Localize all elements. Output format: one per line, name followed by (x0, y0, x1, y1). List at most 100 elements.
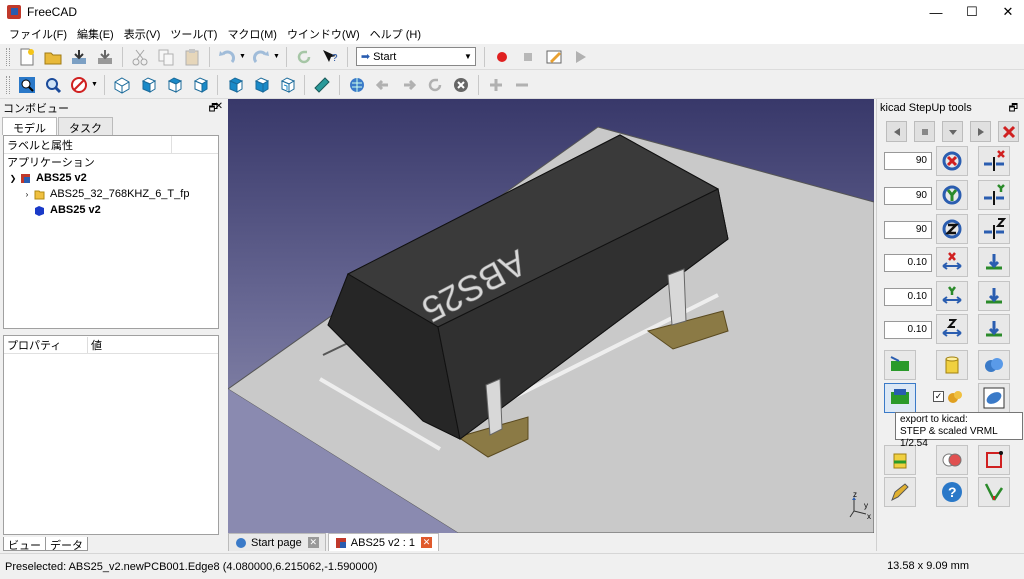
rotate-z-button[interactable] (936, 214, 968, 244)
scale-icon[interactable] (947, 389, 963, 408)
view-left-icon[interactable] (276, 74, 298, 96)
save-icon[interactable] (68, 46, 90, 68)
load-footprint-button[interactable] (884, 350, 916, 380)
web-home-icon[interactable] (346, 74, 368, 96)
menu-file[interactable]: ファイル(F) (4, 26, 72, 42)
move-x-step-input[interactable]: 0.10 (884, 254, 932, 272)
nav-down-icon[interactable] (942, 121, 963, 142)
menu-tools[interactable]: ツール(T) (165, 26, 222, 42)
toolbar-grip[interactable] (6, 47, 10, 66)
cylinder-tool-button[interactable] (936, 350, 968, 380)
zoom-in-icon[interactable] (485, 74, 507, 96)
undo-icon[interactable] (216, 46, 238, 68)
tab-data[interactable]: データ (45, 537, 88, 552)
workbench-selector[interactable]: ➡ Start ▼ (355, 47, 476, 66)
maximize-button[interactable]: ☐ (954, 0, 990, 24)
move-y-button[interactable] (936, 281, 968, 311)
redo-icon[interactable] (250, 46, 272, 68)
place-x-button[interactable] (978, 247, 1010, 277)
menu-window[interactable]: ウインドウ(W) (282, 26, 365, 42)
rotate-y-angle-input[interactable]: 90 (884, 187, 932, 205)
undo-dropdown-icon[interactable]: ▼ (239, 53, 246, 60)
property-col-header[interactable]: プロパティ (4, 336, 88, 353)
refresh-icon[interactable] (293, 46, 315, 68)
toolbar-grip[interactable] (6, 75, 10, 94)
value-col-header[interactable]: 値 (88, 337, 102, 353)
close-tab-icon[interactable]: ✕ (420, 537, 432, 548)
move-x-button[interactable] (936, 247, 968, 277)
run-macro-icon[interactable] (569, 46, 591, 68)
nav-stop-icon[interactable] (914, 121, 935, 142)
tree-row[interactable]: › ABS25_32_768KHZ_6_T_fp (4, 186, 218, 202)
close-tab-icon[interactable]: ✕ (307, 537, 319, 548)
menu-help[interactable]: ヘルプ (H) (365, 26, 426, 42)
zoom-out-icon[interactable] (511, 74, 533, 96)
close-panel-icon[interactable]: ✕ (215, 101, 223, 112)
move-z-button[interactable] (936, 314, 968, 344)
rotate-z-angle-input[interactable]: 90 (884, 221, 932, 239)
fuse-tool-button[interactable] (978, 350, 1010, 380)
place-y-button[interactable] (978, 281, 1010, 311)
help-button[interactable]: ? (936, 477, 968, 507)
web-forward-icon[interactable] (398, 74, 420, 96)
draw-style-dropdown-icon[interactable]: ▼ (91, 81, 98, 88)
tree-row[interactable]: ABS25 v2 (4, 202, 218, 218)
rotate-x-button[interactable] (936, 146, 968, 176)
move-y-step-input[interactable]: 0.10 (884, 288, 932, 306)
redo-dropdown-icon[interactable]: ▼ (273, 53, 280, 60)
undock-icon[interactable]: 🗗 (1009, 101, 1018, 118)
save-as-icon[interactable] (94, 46, 116, 68)
web-back-icon[interactable] (372, 74, 394, 96)
tab-abs25-v2[interactable]: ABS25 v2 : 1 ✕ (327, 533, 439, 551)
view-bottom-icon[interactable] (250, 74, 272, 96)
cut-icon[interactable] (129, 46, 151, 68)
edit-tool-button[interactable] (884, 477, 916, 507)
record-macro-icon[interactable] (491, 46, 513, 68)
view-isometric-icon[interactable] (111, 74, 133, 96)
tree-row[interactable]: ❯ ABS25 v2 (4, 170, 218, 186)
tab-start-page[interactable]: Start page ✕ (228, 533, 326, 551)
nav-close-icon[interactable] (998, 121, 1019, 142)
tab-view[interactable]: ビュー (3, 537, 46, 552)
export-to-kicad-button[interactable] (884, 383, 916, 413)
chevron-down-icon[interactable]: ❯ (8, 174, 18, 183)
view-top-icon[interactable] (163, 74, 185, 96)
web-refresh-icon[interactable] (424, 74, 446, 96)
chevron-right-icon[interactable]: › (22, 190, 32, 199)
3d-viewport[interactable]: ABS25 z y x (228, 99, 874, 533)
edit-macro-icon[interactable] (543, 46, 565, 68)
transparency-tool-button[interactable] (978, 383, 1010, 413)
tab-model[interactable]: モデル (2, 117, 57, 135)
3d-scene[interactable]: ABS25 z y x (228, 99, 874, 533)
axis-tool-button[interactable] (978, 477, 1010, 507)
stop-macro-icon[interactable] (517, 46, 539, 68)
fit-selection-icon[interactable] (42, 74, 64, 96)
nav-right-icon[interactable] (970, 121, 991, 142)
rotate-x-angle-input[interactable]: 90 (884, 152, 932, 170)
open-file-icon[interactable] (42, 46, 64, 68)
measure-icon[interactable] (311, 74, 333, 96)
align-x-button[interactable] (978, 146, 1010, 176)
move-z-step-input[interactable]: 0.10 (884, 321, 932, 339)
nav-left-icon[interactable] (886, 121, 907, 142)
view-right-icon[interactable] (189, 74, 211, 96)
close-button[interactable]: ✕ (990, 0, 1024, 24)
align-z-button[interactable] (978, 214, 1010, 244)
rotate-y-button[interactable] (936, 180, 968, 210)
whats-this-icon[interactable]: ? (319, 46, 341, 68)
menu-macro[interactable]: マクロ(M) (222, 26, 282, 42)
paste-icon[interactable] (181, 46, 203, 68)
view-rear-icon[interactable] (224, 74, 246, 96)
menu-view[interactable]: 表示(V) (119, 26, 166, 42)
fit-all-icon[interactable] (16, 74, 38, 96)
draw-style-icon[interactable] (68, 74, 90, 96)
tab-tasks[interactable]: タスク (58, 117, 113, 135)
view-front-icon[interactable] (137, 74, 159, 96)
export-checkbox[interactable]: ✓ (933, 391, 944, 402)
minimize-button[interactable]: — (918, 0, 954, 24)
place-z-button[interactable] (978, 314, 1010, 344)
copy-icon[interactable] (155, 46, 177, 68)
align-y-button[interactable] (978, 180, 1010, 210)
menu-edit[interactable]: 編集(E) (72, 26, 119, 42)
web-stop-icon[interactable] (450, 74, 472, 96)
